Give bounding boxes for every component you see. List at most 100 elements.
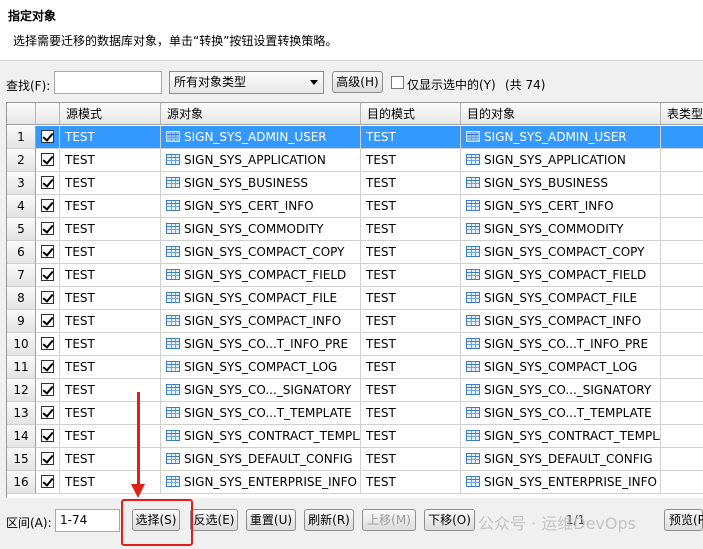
row-checkbox[interactable] [41, 452, 54, 465]
table-row[interactable]: 12 TEST SIGN_SYS_CO..._SIGNATORY TEST SIGN_S… [7, 379, 703, 402]
row-checkbox[interactable] [41, 429, 54, 442]
row-checkbox[interactable] [41, 314, 54, 327]
table-icon [466, 338, 480, 349]
target-schema-cell: TEST [361, 264, 461, 287]
source-schema-cell: TEST [60, 195, 161, 218]
only-selected-checkbox[interactable] [391, 76, 404, 89]
source-object-name: SIGN_SYS_COMPACT_COPY [184, 245, 345, 259]
row-checkbox-cell[interactable] [36, 195, 60, 218]
table-icon [166, 453, 180, 464]
preview-button[interactable]: 预览(P [664, 509, 703, 531]
source-object-name: SIGN_SYS_CERT_INFO [184, 199, 314, 213]
range-input[interactable]: 1-74 [55, 509, 120, 532]
row-checkbox[interactable] [41, 475, 54, 488]
row-checkbox[interactable] [41, 222, 54, 235]
table-row[interactable]: 5 TEST SIGN_SYS_COMMODITY TEST SIGN_SYS_COMM… [7, 218, 703, 241]
table-icon [166, 223, 180, 234]
row-checkbox[interactable] [41, 406, 54, 419]
table-type-cell [661, 402, 703, 425]
row-checkbox-cell[interactable] [36, 149, 60, 172]
advanced-button[interactable]: 高级(H) [332, 71, 383, 93]
target-object-cell: SIGN_SYS_CONTRACT_TEMPLA [461, 425, 661, 448]
source-schema-cell: TEST [60, 356, 161, 379]
invert-selection-button[interactable]: 反选(E) [190, 509, 238, 531]
row-checkbox-cell[interactable] [36, 126, 60, 149]
source-object-cell: SIGN_SYS_CONTRACT_TEMPLA [161, 425, 361, 448]
source-object-cell: SIGN_SYS_CO..._SIGNATORY [161, 379, 361, 402]
row-number: 6 [7, 241, 36, 264]
target-object-name: SIGN_SYS_ADMIN_USER [484, 130, 627, 144]
move-down-button[interactable]: 下移(O) [424, 509, 475, 531]
header-target-schema[interactable]: 目的模式 [361, 103, 461, 125]
row-checkbox[interactable] [41, 383, 54, 396]
source-object-name: SIGN_SYS_CO..._SIGNATORY [184, 383, 352, 397]
header-checkbox[interactable] [36, 103, 60, 125]
target-object-cell: SIGN_SYS_CO...T_INFO_PRE [461, 333, 661, 356]
source-object-cell: SIGN_SYS_COMPACT_INFO [161, 310, 361, 333]
row-checkbox[interactable] [41, 199, 54, 212]
source-schema-cell: TEST [60, 264, 161, 287]
header-source-schema[interactable]: 源模式 [60, 103, 161, 125]
annotation-arrow-head-icon [131, 484, 145, 498]
table-row[interactable]: 15 TEST SIGN_SYS_DEFAULT_CONFIG TEST SIGN_SY… [7, 448, 703, 471]
refresh-button[interactable]: 刷新(R) [304, 509, 354, 531]
source-object-name: SIGN_SYS_APPLICATION [184, 153, 326, 167]
object-count: (共 74) [505, 78, 546, 92]
header-table-type[interactable]: 表类型 [661, 103, 703, 125]
table-row[interactable]: 4 TEST SIGN_SYS_CERT_INFO TEST SIGN_SYS_CERT… [7, 195, 703, 218]
reset-button[interactable]: 重置(U) [246, 509, 296, 531]
row-checkbox-cell[interactable] [36, 425, 60, 448]
table-row[interactable]: 3 TEST SIGN_SYS_BUSINESS TEST SIGN_SYS_BUSIN… [7, 172, 703, 195]
row-checkbox[interactable] [41, 291, 54, 304]
row-checkbox[interactable] [41, 337, 54, 350]
row-checkbox[interactable] [41, 130, 54, 143]
table-row[interactable]: 14 TEST SIGN_SYS_CONTRACT_TEMPLA TEST SIGN_S… [7, 425, 703, 448]
row-checkbox[interactable] [41, 176, 54, 189]
row-checkbox[interactable] [41, 153, 54, 166]
page-title: 指定对象 [8, 9, 57, 23]
header-target-object[interactable]: 目的对象 [461, 103, 661, 125]
target-schema-cell: TEST [361, 356, 461, 379]
table-icon [466, 476, 480, 487]
row-checkbox-cell[interactable] [36, 379, 60, 402]
object-type-select[interactable]: 所有对象类型 [169, 71, 324, 94]
table-row[interactable]: 10 TEST SIGN_SYS_CO...T_INFO_PRE TEST SIGN_S… [7, 333, 703, 356]
header-panel: 指定对象 选择需要迁移的数据库对象，单击“转换”按钮设置转换策略。 [0, 0, 703, 61]
source-object-name: SIGN_SYS_CO...T_TEMPLATE [184, 406, 352, 420]
table-row[interactable]: 6 TEST SIGN_SYS_COMPACT_COPY TEST SIGN_SYS_C… [7, 241, 703, 264]
row-checkbox-cell[interactable] [36, 356, 60, 379]
row-checkbox-cell[interactable] [36, 333, 60, 356]
table-row[interactable]: 2 TEST SIGN_SYS_APPLICATION TEST SIGN_SYS_AP… [7, 149, 703, 172]
header-source-object[interactable]: 源对象 [161, 103, 361, 125]
row-checkbox-cell[interactable] [36, 264, 60, 287]
row-checkbox-cell[interactable] [36, 287, 60, 310]
table-row[interactable]: 13 TEST SIGN_SYS_CO...T_TEMPLATE TEST SIGN_S… [7, 402, 703, 425]
find-label: 查找(F): [6, 79, 51, 93]
find-input[interactable] [54, 71, 162, 94]
row-checkbox-cell[interactable] [36, 172, 60, 195]
source-object-name: SIGN_SYS_BUSINESS [184, 176, 308, 190]
row-checkbox[interactable] [41, 360, 54, 373]
table-row[interactable]: 1 TEST SIGN_SYS_ADMIN_USER TEST SIGN_SYS_ADM… [7, 126, 703, 149]
row-checkbox[interactable] [41, 268, 54, 281]
source-schema-cell: TEST [60, 448, 161, 471]
table-row[interactable]: 9 TEST SIGN_SYS_COMPACT_INFO TEST SIGN_SYS_C… [7, 310, 703, 333]
table-icon [466, 384, 480, 395]
row-checkbox-cell[interactable] [36, 402, 60, 425]
target-schema-cell: TEST [361, 287, 461, 310]
table-row[interactable]: 11 TEST SIGN_SYS_COMPACT_LOG TEST SIGN_SYS_C… [7, 356, 703, 379]
table-row[interactable]: 8 TEST SIGN_SYS_COMPACT_FILE TEST SIGN_SYS_C… [7, 287, 703, 310]
table-row[interactable]: 16 TEST SIGN_SYS_ENTERPRISE_INFO TEST SIGN_S… [7, 471, 703, 494]
table-row[interactable]: 7 TEST SIGN_SYS_COMPACT_FIELD TEST SIGN_SYS_… [7, 264, 703, 287]
row-checkbox[interactable] [41, 245, 54, 258]
target-object-cell: SIGN_SYS_CO..._SIGNATORY [461, 379, 661, 402]
source-object-cell: SIGN_SYS_ENTERPRISE_INFO [161, 471, 361, 494]
row-checkbox-cell[interactable] [36, 218, 60, 241]
table-icon [166, 384, 180, 395]
table-icon [466, 131, 480, 142]
row-checkbox-cell[interactable] [36, 471, 60, 494]
move-up-button[interactable]: 上移(M) [362, 509, 416, 531]
row-checkbox-cell[interactable] [36, 241, 60, 264]
row-checkbox-cell[interactable] [36, 310, 60, 333]
row-checkbox-cell[interactable] [36, 448, 60, 471]
